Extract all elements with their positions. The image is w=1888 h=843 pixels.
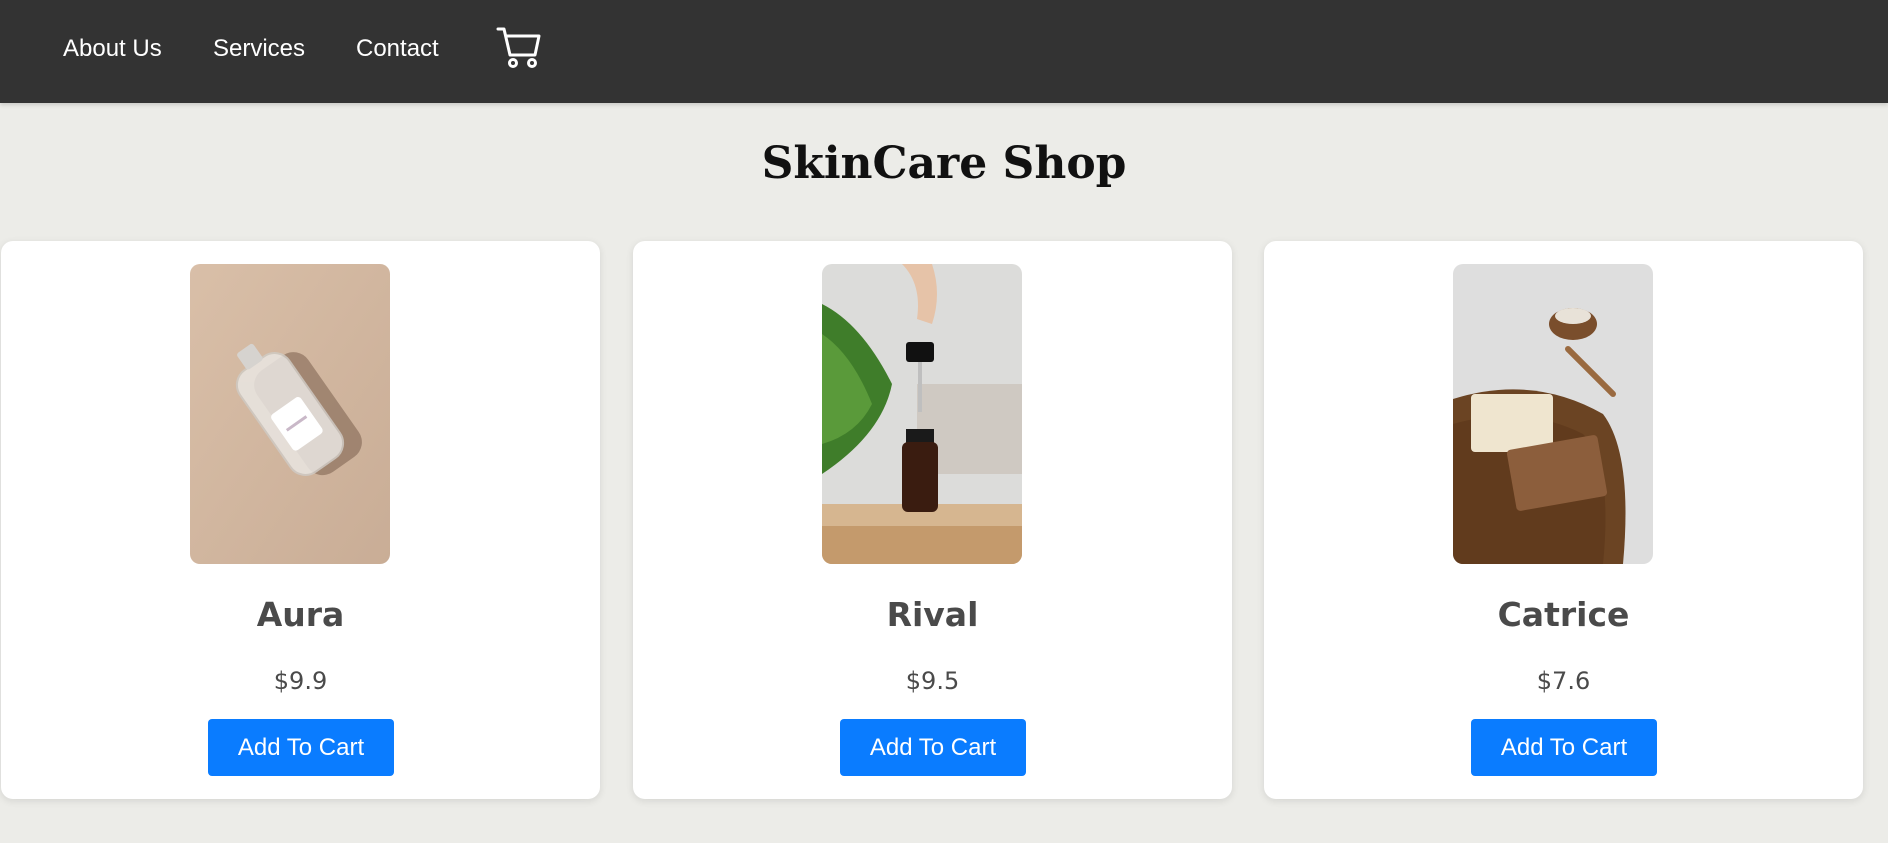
shopping-cart-icon[interactable]: [495, 24, 543, 70]
top-navbar: About Us Services Contact: [0, 0, 1888, 103]
product-image: [822, 264, 1022, 564]
product-card: Rival $9.5 Add To Cart: [633, 241, 1232, 799]
add-to-cart-button[interactable]: Add To Cart: [840, 719, 1026, 776]
product-card: Catrice $7.6 Add To Cart: [1264, 241, 1863, 799]
nav-link-contact[interactable]: Contact: [356, 34, 439, 64]
add-to-cart-button[interactable]: Add To Cart: [1471, 719, 1657, 776]
nav-link-about-us[interactable]: About Us: [63, 34, 162, 64]
product-image: [190, 264, 390, 564]
add-to-cart-button[interactable]: Add To Cart: [208, 719, 394, 776]
product-price: $7.6: [1536, 667, 1591, 695]
product-name: Catrice: [1497, 595, 1630, 634]
product-price: $9.9: [273, 667, 328, 695]
product-image: [1453, 264, 1653, 564]
product-name: Rival: [886, 595, 979, 634]
page-title: SkinCare Shop: [761, 138, 1127, 189]
nav-link-services[interactable]: Services: [213, 34, 305, 64]
product-name: Aura: [256, 595, 345, 634]
product-price: $9.5: [905, 667, 960, 695]
product-card: Aura $9.9 Add To Cart: [1, 241, 600, 799]
